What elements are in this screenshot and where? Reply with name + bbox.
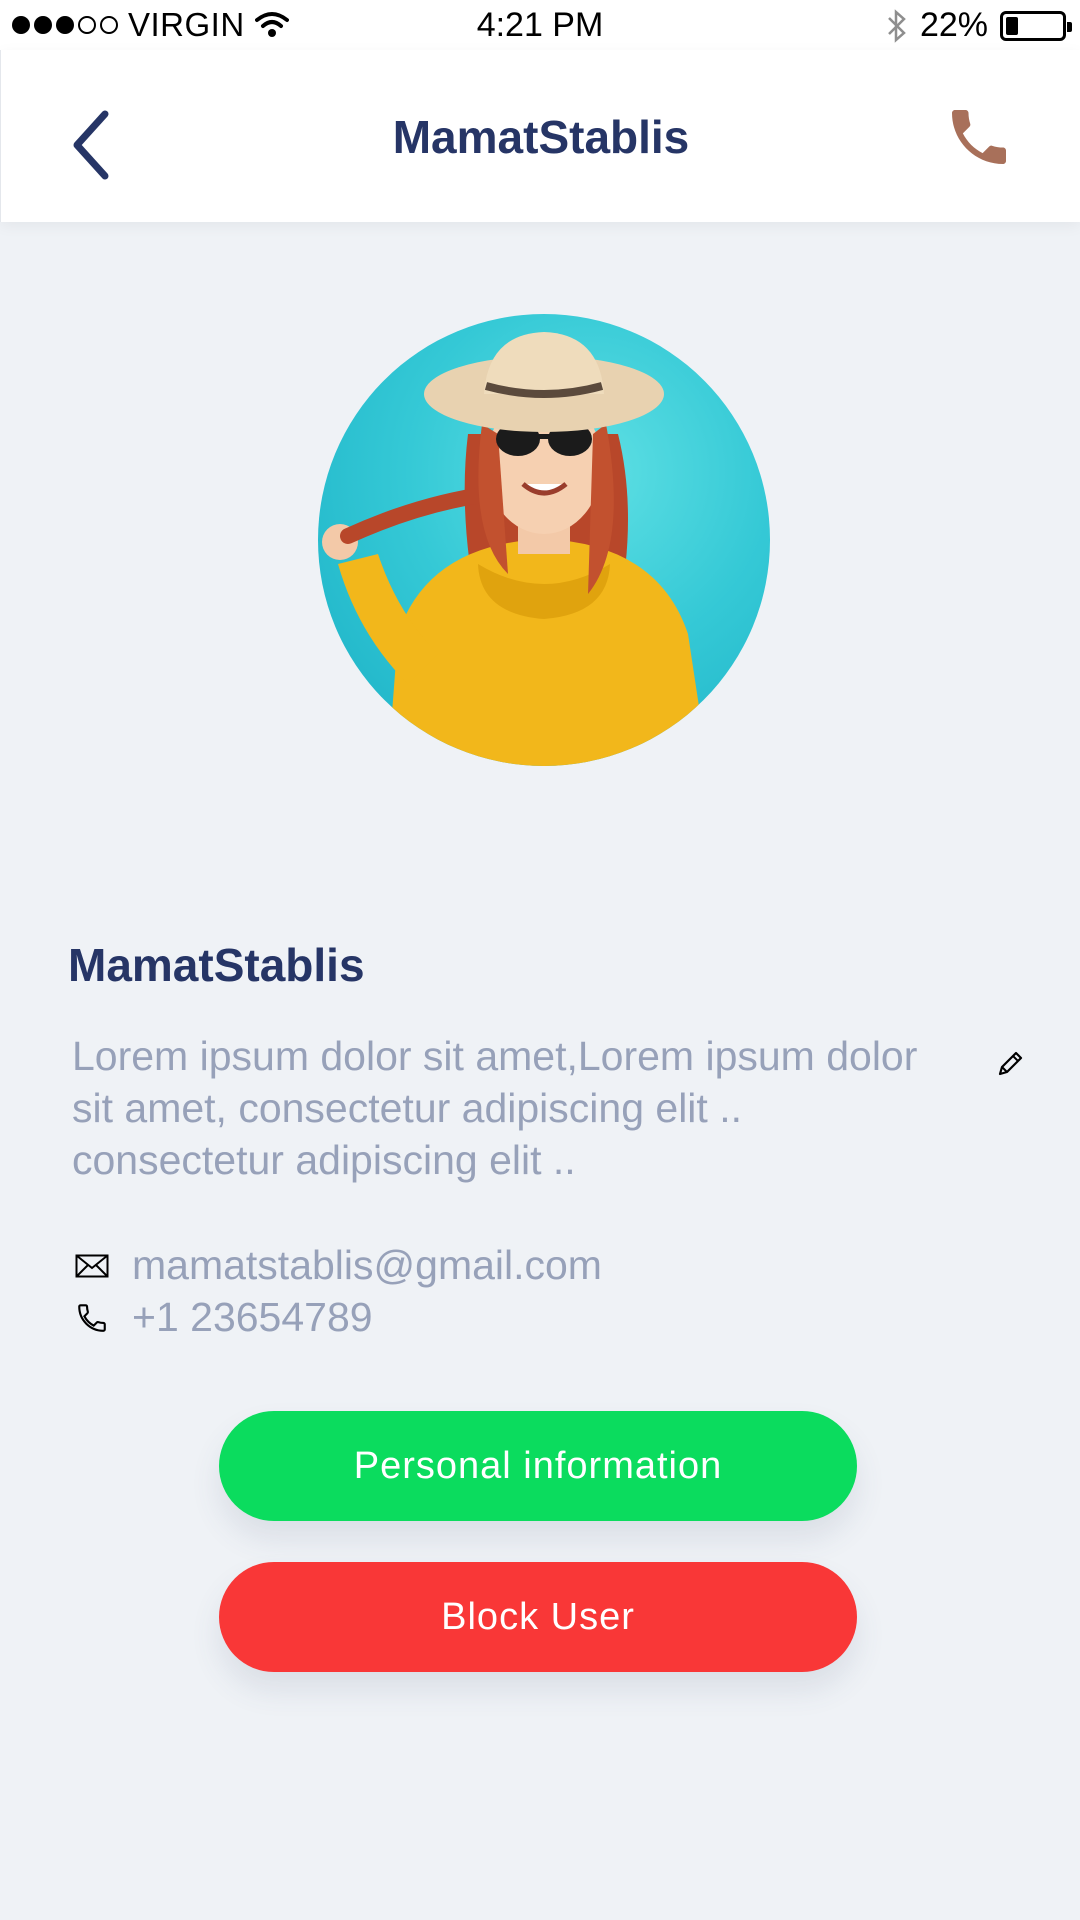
personal-information-button[interactable]: Personal information xyxy=(219,1411,857,1521)
email-text[interactable]: mamatstablis@gmail.com xyxy=(132,1242,602,1289)
phone-outline-icon xyxy=(72,1298,112,1338)
battery-percent: 22% xyxy=(919,6,988,44)
avatar-illustration xyxy=(322,332,708,766)
email-row: mamatstablis@gmail.com xyxy=(72,1242,602,1289)
page-title: MamatStablis xyxy=(392,111,690,163)
envelope-icon xyxy=(72,1246,112,1286)
edit-bio-button[interactable] xyxy=(994,1048,1030,1084)
phone-icon xyxy=(952,110,1006,164)
pencil-icon xyxy=(998,1051,1023,1076)
call-button[interactable] xyxy=(934,92,1024,182)
app-header: MamatStablis xyxy=(0,50,1080,222)
phone-row: +1 23654789 xyxy=(72,1294,373,1341)
bluetooth-icon xyxy=(888,8,906,43)
profile-bio: Lorem ipsum dolor sit amet,Lorem ipsum d… xyxy=(72,1033,918,1183)
status-right: 22% xyxy=(886,6,1072,45)
battery-icon xyxy=(1000,10,1072,41)
profile-avatar xyxy=(318,314,770,766)
status-bar: VIRGIN 4:21 PM 22% xyxy=(0,0,1080,50)
profile-name: MamatStablis xyxy=(68,939,365,991)
block-user-button[interactable]: Block User xyxy=(219,1562,857,1672)
phone-text[interactable]: +1 23654789 xyxy=(132,1294,373,1341)
